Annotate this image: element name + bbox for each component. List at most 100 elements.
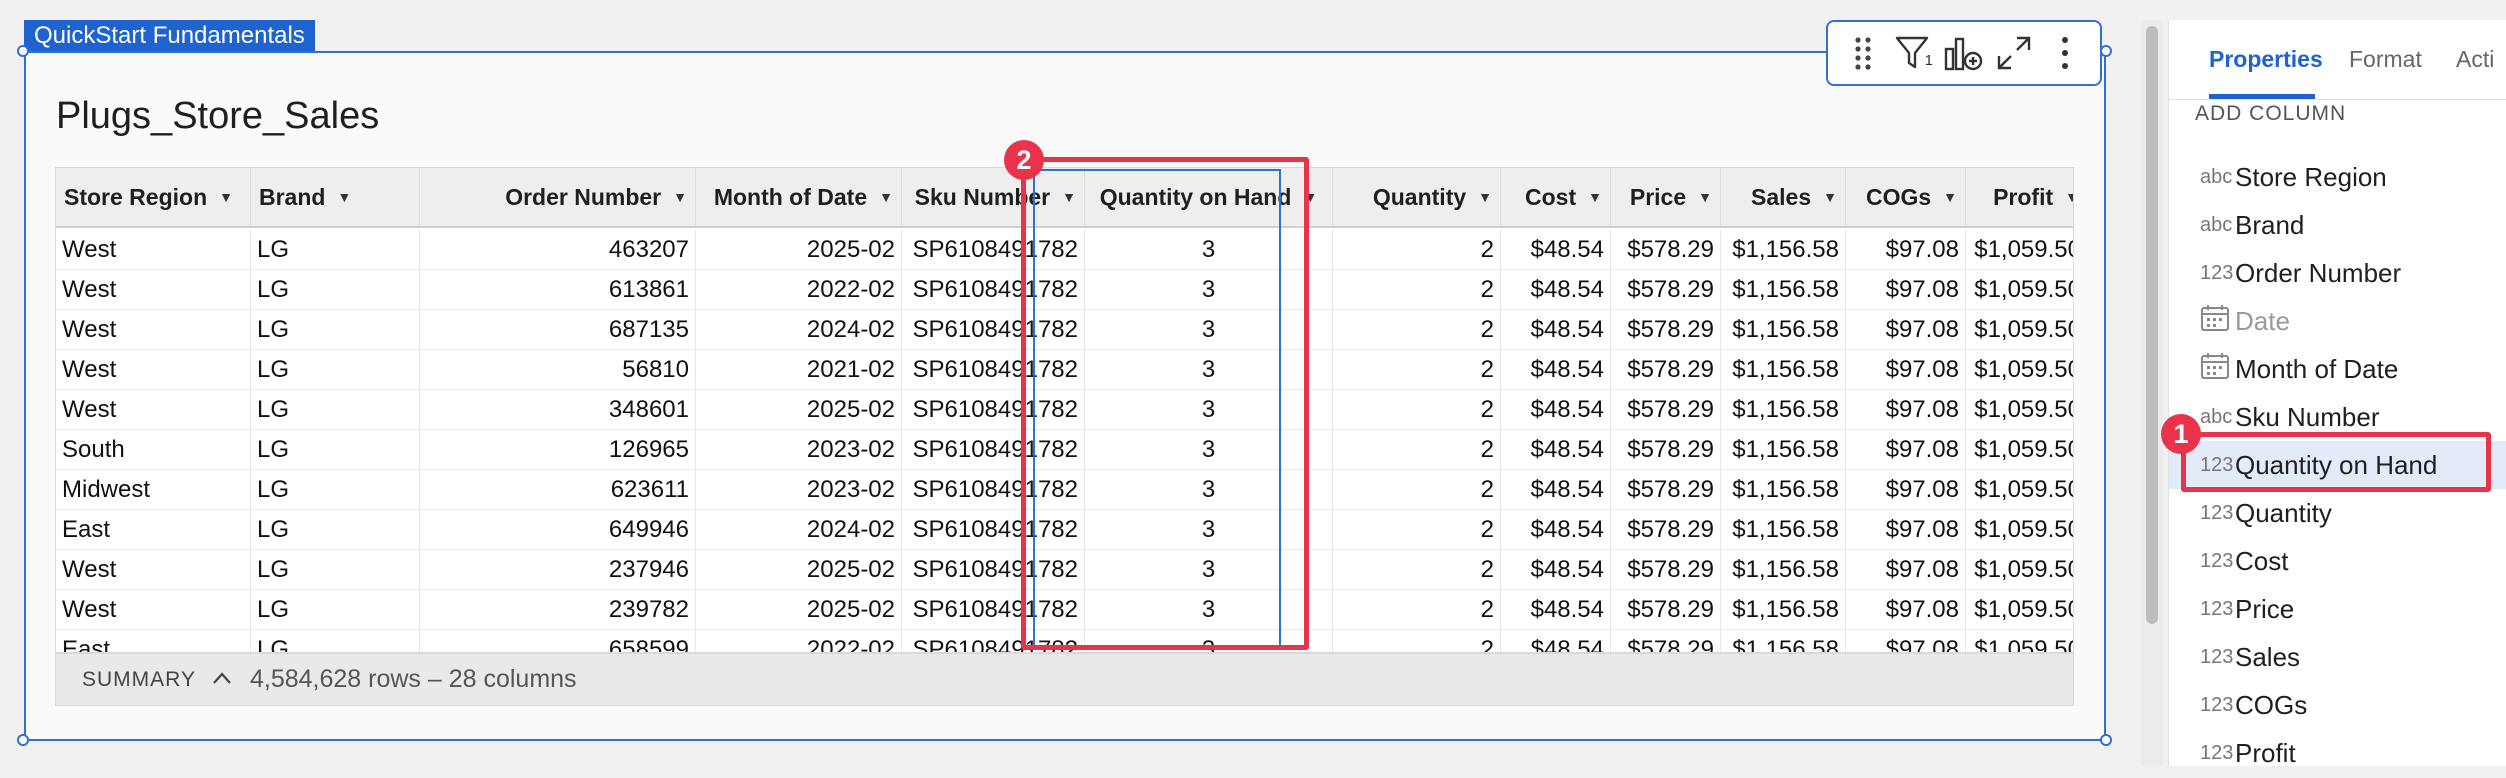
table-cell[interactable]: 2 — [1333, 350, 1501, 390]
table-cell[interactable]: West — [56, 390, 251, 430]
add-column-label[interactable]: ADD COLUMN — [2195, 102, 2346, 126]
table-cell[interactable]: West — [56, 230, 251, 270]
table-cell[interactable]: 2 — [1333, 470, 1501, 510]
table-cell[interactable]: 56810 — [420, 350, 696, 390]
column-header[interactable]: Order Number ▼ — [420, 168, 696, 226]
table-cell[interactable]: 2022-02 — [696, 630, 902, 652]
table-cell[interactable]: $578.29 — [1611, 390, 1721, 430]
caret-down-icon[interactable]: ▼ — [1478, 189, 1492, 205]
column-item[interactable]: Month of Date — [2169, 345, 2506, 393]
table-cell[interactable]: West — [56, 270, 251, 310]
expand-icon[interactable] — [1991, 30, 2037, 76]
caret-down-icon[interactable]: ▼ — [1698, 189, 1712, 205]
table-cell[interactable]: 2023-02 — [696, 470, 902, 510]
element-tag[interactable]: QuickStart Fundamentals — [24, 20, 315, 51]
table-cell[interactable]: $1,156.58 — [1721, 630, 1846, 652]
table-cell[interactable]: East — [56, 510, 251, 550]
resize-handle-top-left[interactable] — [17, 45, 29, 57]
table-cell[interactable]: LG — [251, 350, 420, 390]
table-cell[interactable]: West — [56, 550, 251, 590]
table-cell[interactable]: $1,059.50 — [1966, 470, 2073, 510]
table-cell[interactable]: $97.08 — [1846, 590, 1966, 630]
table-cell[interactable]: LG — [251, 590, 420, 630]
table-cell[interactable]: $1,059.50 — [1966, 310, 2073, 350]
table-cell[interactable]: $97.08 — [1846, 270, 1966, 310]
table-cell[interactable]: $1,059.50 — [1966, 630, 2073, 652]
table-cell[interactable]: 2021-02 — [696, 350, 902, 390]
scrollbar-thumb[interactable] — [2146, 26, 2158, 624]
table-cell[interactable]: 2 — [1333, 390, 1501, 430]
caret-down-icon[interactable]: ▼ — [673, 189, 687, 205]
table-cell[interactable]: 2023-02 — [696, 430, 902, 470]
table-cell[interactable]: $1,156.58 — [1721, 270, 1846, 310]
column-header[interactable]: Cost ▼ — [1501, 168, 1611, 226]
table-cell[interactable]: 613861 — [420, 270, 696, 310]
table-cell[interactable]: LG — [251, 510, 420, 550]
chevron-up-icon[interactable] — [212, 668, 232, 691]
table-cell[interactable]: $578.29 — [1611, 310, 1721, 350]
table-cell[interactable]: $578.29 — [1611, 590, 1721, 630]
column-item[interactable]: 123 Profit — [2169, 729, 2506, 767]
column-header[interactable]: Sales ▼ — [1721, 168, 1846, 226]
table-cell[interactable]: $1,156.58 — [1721, 390, 1846, 430]
column-header[interactable]: Store Region ▼ — [56, 168, 251, 226]
table-cell[interactable]: 2 — [1333, 510, 1501, 550]
table-cell[interactable]: LG — [251, 310, 420, 350]
more-options-icon[interactable] — [2042, 30, 2088, 76]
tab-format[interactable]: Format — [2349, 46, 2422, 73]
tab-actions[interactable]: Acti — [2456, 46, 2494, 73]
table-cell[interactable]: 2 — [1333, 270, 1501, 310]
table-cell[interactable]: 623611 — [420, 470, 696, 510]
table-cell[interactable]: West — [56, 350, 251, 390]
table-cell[interactable]: $578.29 — [1611, 470, 1721, 510]
table-cell[interactable]: $97.08 — [1846, 630, 1966, 652]
table-cell[interactable]: $1,156.58 — [1721, 590, 1846, 630]
caret-down-icon[interactable]: ▼ — [879, 189, 893, 205]
table-cell[interactable]: $97.08 — [1846, 470, 1966, 510]
table-cell[interactable]: 2025-02 — [696, 230, 902, 270]
table-cell[interactable]: $97.08 — [1846, 230, 1966, 270]
column-item[interactable]: 123 Cost — [2169, 537, 2506, 585]
table-cell[interactable]: 2025-02 — [696, 590, 902, 630]
table-cell[interactable]: $1,059.50 — [1966, 430, 2073, 470]
table-cell[interactable]: 126965 — [420, 430, 696, 470]
column-item[interactable]: 123 Price — [2169, 585, 2506, 633]
table-cell[interactable]: West — [56, 310, 251, 350]
resize-handle-bottom-left[interactable] — [17, 734, 29, 746]
table-cell[interactable]: 2025-02 — [696, 390, 902, 430]
table-cell[interactable]: $97.08 — [1846, 350, 1966, 390]
table-cell[interactable]: 2024-02 — [696, 310, 902, 350]
caret-down-icon[interactable]: ▼ — [1943, 189, 1957, 205]
table-cell[interactable]: $97.08 — [1846, 430, 1966, 470]
table-cell[interactable]: $1,059.50 — [1966, 270, 2073, 310]
table-cell[interactable]: 2 — [1333, 630, 1501, 652]
resize-handle-bottom-right[interactable] — [2100, 734, 2112, 746]
table-cell[interactable]: LG — [251, 230, 420, 270]
table-cell[interactable]: $1,059.50 — [1966, 350, 2073, 390]
tab-properties[interactable]: Properties — [2209, 46, 2323, 73]
table-cell[interactable]: East — [56, 630, 251, 652]
table-cell[interactable]: $1,059.50 — [1966, 510, 2073, 550]
table-cell[interactable]: $578.29 — [1611, 430, 1721, 470]
column-header[interactable]: Price ▼ — [1611, 168, 1721, 226]
column-item[interactable]: Date — [2169, 297, 2506, 345]
table-cell[interactable]: 2 — [1333, 550, 1501, 590]
table-cell[interactable]: 2024-02 — [696, 510, 902, 550]
element-title[interactable]: Plugs_Store_Sales — [56, 95, 379, 138]
table-cell[interactable]: LG — [251, 470, 420, 510]
table-cell[interactable]: $48.54 — [1501, 430, 1611, 470]
table-cell[interactable]: $48.54 — [1501, 390, 1611, 430]
column-item[interactable]: 123 Order Number — [2169, 249, 2506, 297]
table-cell[interactable]: 2 — [1333, 310, 1501, 350]
add-chart-icon[interactable] — [1941, 30, 1987, 76]
table-cell[interactable]: South — [56, 430, 251, 470]
column-header[interactable]: Quantity ▼ — [1333, 168, 1501, 226]
column-header[interactable]: COGs ▼ — [1846, 168, 1966, 226]
column-header[interactable]: Month of Date ▼ — [696, 168, 902, 226]
filter-icon[interactable]: 1 — [1891, 30, 1937, 76]
table-cell[interactable]: $97.08 — [1846, 510, 1966, 550]
table-cell[interactable]: $1,156.58 — [1721, 230, 1846, 270]
caret-down-icon[interactable]: ▼ — [219, 189, 233, 205]
table-cell[interactable]: $48.54 — [1501, 310, 1611, 350]
table-cell[interactable]: $1,156.58 — [1721, 510, 1846, 550]
